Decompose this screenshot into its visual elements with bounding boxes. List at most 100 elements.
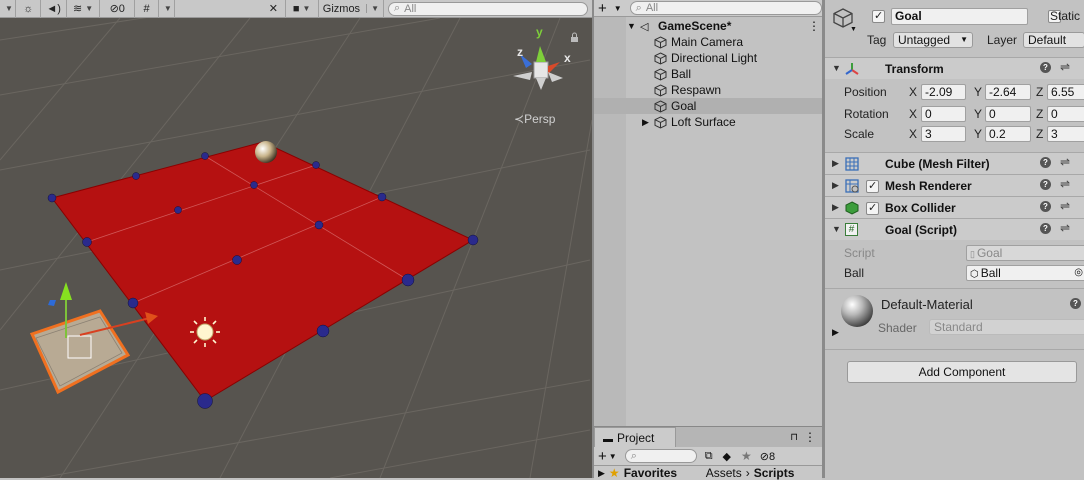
layer-dropdown[interactable]: Default: [1023, 32, 1084, 48]
settings-sliders-icon[interactable]: ⇌: [1060, 155, 1070, 169]
persp-icon: ≺: [514, 112, 525, 126]
scale-x-field[interactable]: 3: [921, 126, 966, 142]
position-x-axis-label[interactable]: X: [909, 85, 917, 99]
component-header[interactable]: ▶ Mesh Renderer? ⇌: [825, 174, 1084, 196]
component-title: Box Collider: [885, 201, 956, 215]
hierarchy-item[interactable]: Ball: [594, 66, 822, 82]
settings-sliders-icon[interactable]: ⇌: [1060, 199, 1070, 213]
tag-dropdown[interactable]: Untagged ▼: [893, 32, 973, 48]
icon-dropdown-arrow[interactable]: ▼: [850, 26, 857, 33]
scene-view[interactable]: y x z ≺Persp ▼ ☼ ◄) ≋ ▼ ⊘ 0 # ▼ ✕ ■ ▼ Gizmo…: [0, 0, 592, 478]
help-icon[interactable]: ?: [1040, 223, 1051, 234]
expand-arrow-icon[interactable]: ▶: [832, 327, 839, 338]
object-name-field[interactable]: Goal: [891, 8, 1028, 25]
layer-label: Layer: [987, 33, 1018, 47]
hidden-count: 0: [118, 2, 125, 15]
effects-toggle[interactable]: ≋ ▼: [67, 0, 101, 18]
component-header[interactable]: ▶ Cube (Mesh Filter)? ⇌: [825, 152, 1084, 174]
scene-canvas[interactable]: y x z: [0, 0, 592, 478]
camera-settings-button[interactable]: ■ ▼: [286, 0, 319, 18]
chevron-down-icon[interactable]: ▼: [609, 452, 617, 461]
ball-object-field[interactable]: ⬡ Ball ◎: [966, 265, 1084, 281]
component-enabled-checkbox[interactable]: [866, 201, 879, 216]
hierarchy-item[interactable]: Main Camera: [594, 34, 822, 50]
tools-button[interactable]: ✕: [262, 0, 286, 18]
project-search-input[interactable]: ⌕: [624, 449, 697, 463]
hierarchy-item-label: Main Camera: [671, 35, 744, 49]
help-icon[interactable]: ?: [1040, 157, 1051, 168]
hidden-packages-toggle[interactable]: ⊘8: [760, 450, 775, 463]
projection-toggle[interactable]: ≺Persp: [514, 112, 555, 126]
position-z-field[interactable]: 6.55: [1047, 84, 1084, 100]
create-asset-button[interactable]: +: [598, 448, 607, 465]
expand-open-icon[interactable]: ▼: [627, 21, 636, 31]
scale-y-field[interactable]: 0.2: [985, 126, 1031, 142]
audio-toggle[interactable]: ◄): [41, 0, 67, 18]
position-x-field[interactable]: -2.09: [921, 84, 966, 100]
settings-sliders-icon[interactable]: ⇌: [1060, 60, 1070, 74]
chevron-down-icon[interactable]: ▼: [614, 4, 622, 13]
grid-dropdown[interactable]: ▼: [159, 0, 175, 18]
expand-arrow-icon[interactable]: ▶: [642, 117, 649, 128]
goal-script-header[interactable]: ▼ # Goal (Script) ? ⇌: [825, 218, 1084, 240]
box-collider-icon: [845, 201, 859, 215]
add-object-button[interactable]: +: [598, 0, 612, 17]
active-checkbox[interactable]: [872, 9, 885, 24]
help-icon[interactable]: ?: [1040, 62, 1051, 73]
expand-arrow-icon[interactable]: ▶: [832, 202, 839, 213]
lock-icon[interactable]: [571, 32, 578, 42]
object-picker-icon[interactable]: ◎: [1074, 266, 1083, 280]
scene-search-input[interactable]: ⌕ All: [387, 1, 588, 16]
rotation-y-axis-label[interactable]: Y: [974, 107, 982, 121]
position-y-axis-label[interactable]: Y: [974, 85, 982, 99]
hierarchy-item[interactable]: Respawn: [594, 82, 822, 98]
collapse-arrow-icon[interactable]: ▼: [832, 63, 841, 73]
lighting-toggle[interactable]: ☼: [16, 0, 42, 18]
component-enabled-checkbox[interactable]: [866, 179, 879, 194]
position-z-axis-label[interactable]: Z: [1036, 85, 1043, 99]
help-icon[interactable]: ?: [1040, 201, 1051, 212]
rotation-z-axis-label[interactable]: Z: [1036, 107, 1043, 121]
filter-type-icon[interactable]: ⧉: [705, 450, 713, 463]
grid-toggle[interactable]: #: [135, 0, 159, 18]
rotation-z-field[interactable]: 0: [1047, 106, 1084, 122]
rotation-y-field[interactable]: 0: [985, 106, 1031, 122]
component-header[interactable]: ▶ Box Collider? ⇌: [825, 196, 1084, 218]
settings-sliders-icon[interactable]: ⇌: [1060, 177, 1070, 191]
gizmos-dropdown[interactable]: Gizmos ▼: [319, 0, 384, 18]
shader-dropdown[interactable]: Standard: [929, 319, 1084, 335]
star-icon[interactable]: ★: [741, 449, 752, 463]
hierarchy-item[interactable]: Directional Light: [594, 50, 822, 66]
label-tag-icon[interactable]: ◆: [723, 450, 731, 463]
expand-arrow-icon[interactable]: ▶: [598, 468, 605, 479]
scale-z-field[interactable]: 3: [1047, 126, 1084, 142]
ball-label: Ball: [844, 266, 865, 280]
rotation-x-field[interactable]: 0: [921, 106, 966, 122]
hidden-objects-toggle[interactable]: ⊘ 0: [100, 0, 136, 18]
scale-y-axis-label[interactable]: Y: [974, 127, 982, 141]
scene-root-row[interactable]: ▼ ◁ GameScene* ⋮: [594, 18, 822, 34]
help-icon[interactable]: ?: [1070, 298, 1081, 309]
persp-label: Persp: [524, 112, 556, 126]
rotation-x-axis-label[interactable]: X: [909, 107, 917, 121]
transform-header[interactable]: ▼ Transform ? ⇌: [825, 57, 1084, 79]
add-component-button[interactable]: Add Component: [847, 361, 1077, 383]
orientation-gizmo[interactable]: y x z: [513, 25, 578, 90]
more-options-icon[interactable]: ⋮: [808, 19, 820, 33]
lock-icon[interactable]: ⊓: [790, 432, 798, 443]
expand-arrow-icon[interactable]: ▶: [832, 158, 839, 169]
hierarchy-search-input[interactable]: ⌕ All: [629, 1, 822, 15]
tab-project[interactable]: ▬ Project: [594, 427, 676, 447]
collapse-arrow-icon[interactable]: ▼: [832, 224, 841, 234]
expand-arrow-icon[interactable]: ▶: [832, 180, 839, 191]
scale-z-axis-label[interactable]: Z: [1036, 127, 1043, 141]
more-options-icon[interactable]: ⋮: [804, 430, 816, 444]
draw-mode-dropdown[interactable]: ▼: [0, 0, 16, 18]
scale-x-axis-label[interactable]: X: [909, 127, 917, 141]
hierarchy-item[interactable]: Goal: [594, 98, 822, 114]
help-icon[interactable]: ?: [1040, 179, 1051, 190]
position-y-field[interactable]: -2.64: [985, 84, 1031, 100]
ball-object[interactable]: [255, 141, 277, 163]
hierarchy-item[interactable]: ▶ Loft Surface: [594, 114, 822, 130]
settings-sliders-icon[interactable]: ⇌: [1060, 221, 1070, 235]
